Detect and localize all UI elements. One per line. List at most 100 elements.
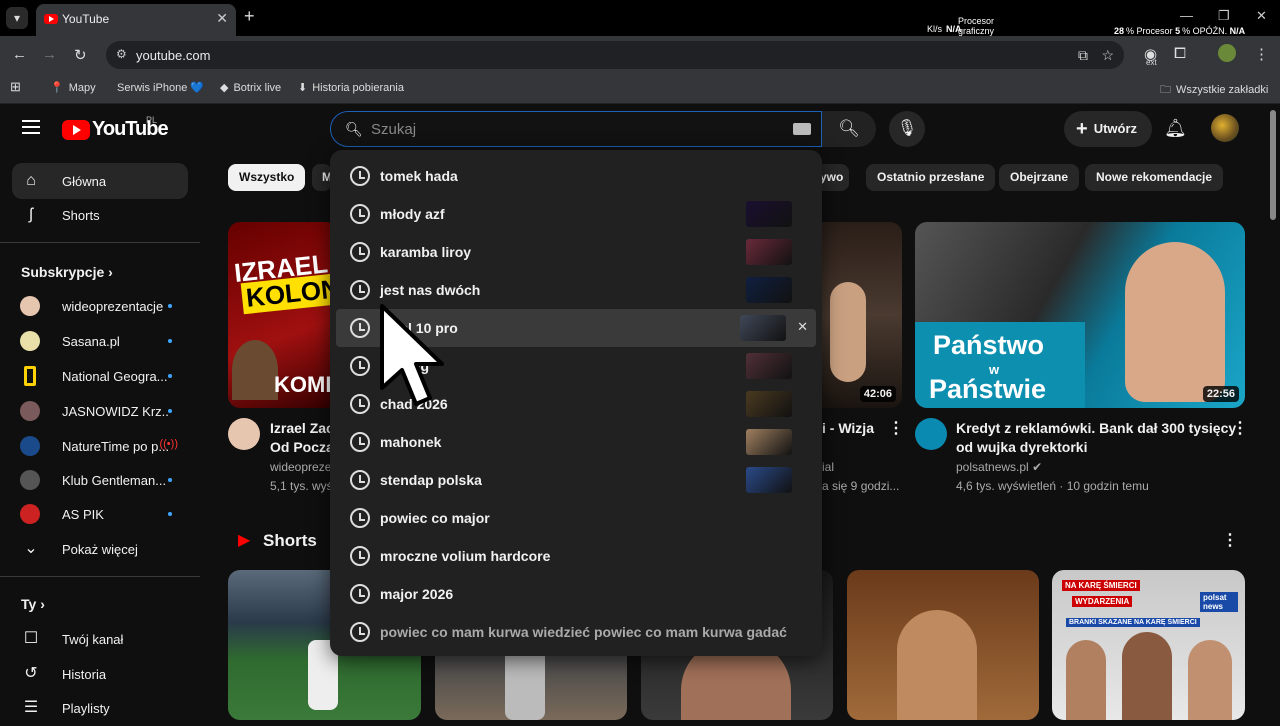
minimize-icon[interactable]: —: [1180, 8, 1193, 23]
video-title[interactable]: Izrael Zac: [270, 419, 334, 438]
new-content-dot: [168, 409, 172, 413]
install-app-icon[interactable]: ⧉: [1078, 47, 1088, 64]
sidebar-item-label: JASNOWIDZ Krz...: [62, 404, 168, 419]
video-title[interactable]: Od Począ: [270, 438, 334, 457]
botrix-icon: ◆: [220, 82, 229, 94]
notifications-bell-icon[interactable]: 🔔︎: [1164, 118, 1187, 139]
search-box[interactable]: 🔍︎: [330, 111, 822, 147]
sidebar-sub-item[interactable]: National Geogra...: [12, 358, 188, 394]
channel-avatar[interactable]: [228, 418, 260, 450]
sidebar-item-label: Historia: [62, 667, 107, 682]
search-suggestion[interactable]: major 2026: [336, 575, 816, 613]
search-button[interactable]: 🔍︎: [822, 111, 876, 147]
extensions-puzzle-icon[interactable]: ⧠: [1174, 45, 1186, 62]
bookmark-star-icon[interactable]: ☆: [1101, 47, 1114, 64]
video-thumbnail[interactable]: Państwo w Państwie 22:56: [915, 222, 1245, 408]
channel-name[interactable]: ial: [822, 460, 834, 474]
sidebar-sub-item[interactable]: AS PIK: [12, 496, 188, 532]
sidebar-item-label: Playlisty: [62, 701, 110, 716]
site-info-icon[interactable]: ⚙: [116, 47, 127, 61]
maximize-icon[interactable]: ❐: [1218, 8, 1230, 24]
more-vert-icon[interactable]: ⋮: [888, 418, 904, 438]
hamburger-menu-icon[interactable]: [22, 120, 40, 134]
sidebar-sub-item[interactable]: JASNOWIDZ Krz...: [12, 393, 188, 429]
sidebar-item-history[interactable]: ↺ Historia: [12, 656, 188, 692]
search-suggestion[interactable]: powiec co major: [336, 499, 816, 537]
channel-avatar: [20, 436, 40, 456]
keyboard-icon[interactable]: [793, 123, 811, 135]
video-title[interactable]: od wujka dyrektorki: [956, 438, 1087, 457]
divider: [0, 242, 200, 243]
create-button[interactable]: + Utwórz: [1064, 111, 1152, 147]
remove-suggestion-icon[interactable]: ✕: [797, 319, 808, 335]
browser-tab-youtube[interactable]: YouTube ✕: [36, 4, 236, 36]
bookmark-botrix[interactable]: ◆ Botrix live: [220, 81, 281, 94]
voice-search-button[interactable]: 🎙︎: [889, 111, 925, 147]
video-title[interactable]: i - Wizja: [822, 419, 874, 438]
more-vert-icon[interactable]: ⋮: [1232, 418, 1248, 438]
video-title[interactable]: Kredyt z reklamówki. Bank dał 300 tysięc…: [956, 419, 1236, 438]
omnibox[interactable]: ⚙ youtube.com ⧉ ☆: [106, 41, 1124, 69]
sidebar-show-more[interactable]: ⌄ Pokaż więcej: [12, 531, 188, 567]
sidebar-item-your-channel[interactable]: ☐ Twój kanał: [12, 621, 188, 657]
window-close-icon[interactable]: ✕: [1256, 8, 1267, 24]
suggestion-thumbnail: [746, 467, 792, 493]
search-suggestion[interactable]: mahonek: [336, 423, 816, 461]
subscriptions-heading[interactable]: Subskrypcje ›: [21, 264, 113, 280]
shorts-logo-icon: ▶: [238, 532, 251, 549]
bookmark-maps[interactable]: 📍 Mapy: [50, 81, 96, 94]
bookmark-downloads[interactable]: ⬇ Historia pobierania: [298, 81, 404, 94]
more-vert-icon[interactable]: ⋮: [1222, 530, 1238, 550]
chip-new-recommendations[interactable]: Nowe rekomendacje: [1085, 164, 1224, 191]
sidebar-sub-item[interactable]: Sasana.pl: [12, 323, 188, 359]
search-input[interactable]: [371, 118, 771, 140]
short-thumbnail[interactable]: NA KARĘ ŚMIERCI WYDARZENIA polsat news B…: [1052, 570, 1245, 720]
sidebar-sub-item[interactable]: wideoprezentacje: [12, 288, 188, 324]
page-scrollbar[interactable]: [1270, 110, 1276, 220]
tab-title: YouTube: [62, 12, 110, 26]
back-icon[interactable]: ←: [12, 46, 27, 63]
person-image: [1188, 640, 1232, 720]
search-suggestion[interactable]: mroczne volium hardcore: [336, 537, 816, 575]
video-duration: 22:56: [1202, 386, 1239, 402]
you-heading[interactable]: Ty ›: [21, 596, 45, 612]
sidebar-item-label: Sasana.pl: [62, 334, 120, 349]
channel-avatar[interactable]: [915, 418, 947, 450]
sidebar-item-shorts[interactable]: ʃ Shorts: [12, 197, 188, 233]
search-suggestion[interactable]: tomek hada: [336, 157, 816, 195]
search-suggestion[interactable]: młody azf: [336, 195, 816, 233]
channel-name[interactable]: wideoprezen: [270, 460, 338, 474]
channel-name[interactable]: polsatnews.pl ✔: [956, 460, 1042, 474]
new-tab-button[interactable]: +: [244, 6, 255, 27]
url-text[interactable]: youtube.com: [136, 48, 210, 63]
bookmark-serwis-iphone[interactable]: Serwis iPhone 💙: [112, 81, 204, 94]
search-suggestion[interactable]: powiec co mam kurwa wiedzieć powiec co m…: [336, 613, 816, 651]
sidebar-sub-item[interactable]: Klub Gentleman...: [12, 462, 188, 498]
search-suggestion[interactable]: stendap polska: [336, 461, 816, 499]
video-meta: 4,6 tys. wyświetleń · 10 godzin temu: [956, 479, 1149, 493]
short-thumbnail[interactable]: [847, 570, 1039, 720]
download-icon: ⬇: [298, 82, 308, 94]
channel-icon: ☐: [23, 630, 39, 647]
sidebar-item-home[interactable]: ⌂ Główna: [12, 163, 188, 199]
suggestion-text: karamba liroy: [380, 244, 472, 260]
chip-watched[interactable]: Obejrzane: [999, 164, 1080, 191]
video-thumbnail[interactable]: IZRAEL Z KOLON KOME: [228, 222, 338, 408]
forward-icon[interactable]: →: [42, 46, 57, 63]
tab-close-icon[interactable]: ✕: [216, 10, 228, 27]
account-avatar[interactable]: [1211, 114, 1239, 142]
chip-all[interactable]: Wszystko: [228, 164, 306, 191]
plus-icon: +: [1076, 118, 1088, 140]
sidebar-sub-item[interactable]: NatureTime po p... ((•)): [12, 428, 188, 464]
reload-icon[interactable]: ↻: [74, 46, 87, 64]
apps-grid-icon[interactable]: ⊞: [10, 79, 21, 95]
tab-search-chevron-icon[interactable]: ▾: [6, 7, 28, 29]
suggestion-thumbnail: [740, 315, 786, 341]
chip-recently-uploaded[interactable]: Ostatnio przesłane: [866, 164, 996, 191]
chip[interactable]: M: [312, 164, 332, 191]
sidebar-item-playlists[interactable]: ☰ Playlisty: [12, 690, 188, 726]
profile-icon[interactable]: [1218, 44, 1236, 62]
browser-menu-icon[interactable]: ⋮: [1254, 45, 1269, 63]
all-bookmarks[interactable]: 🗀 Wszystkie zakładki: [1160, 81, 1268, 100]
search-suggestion[interactable]: karamba liroy: [336, 233, 816, 271]
